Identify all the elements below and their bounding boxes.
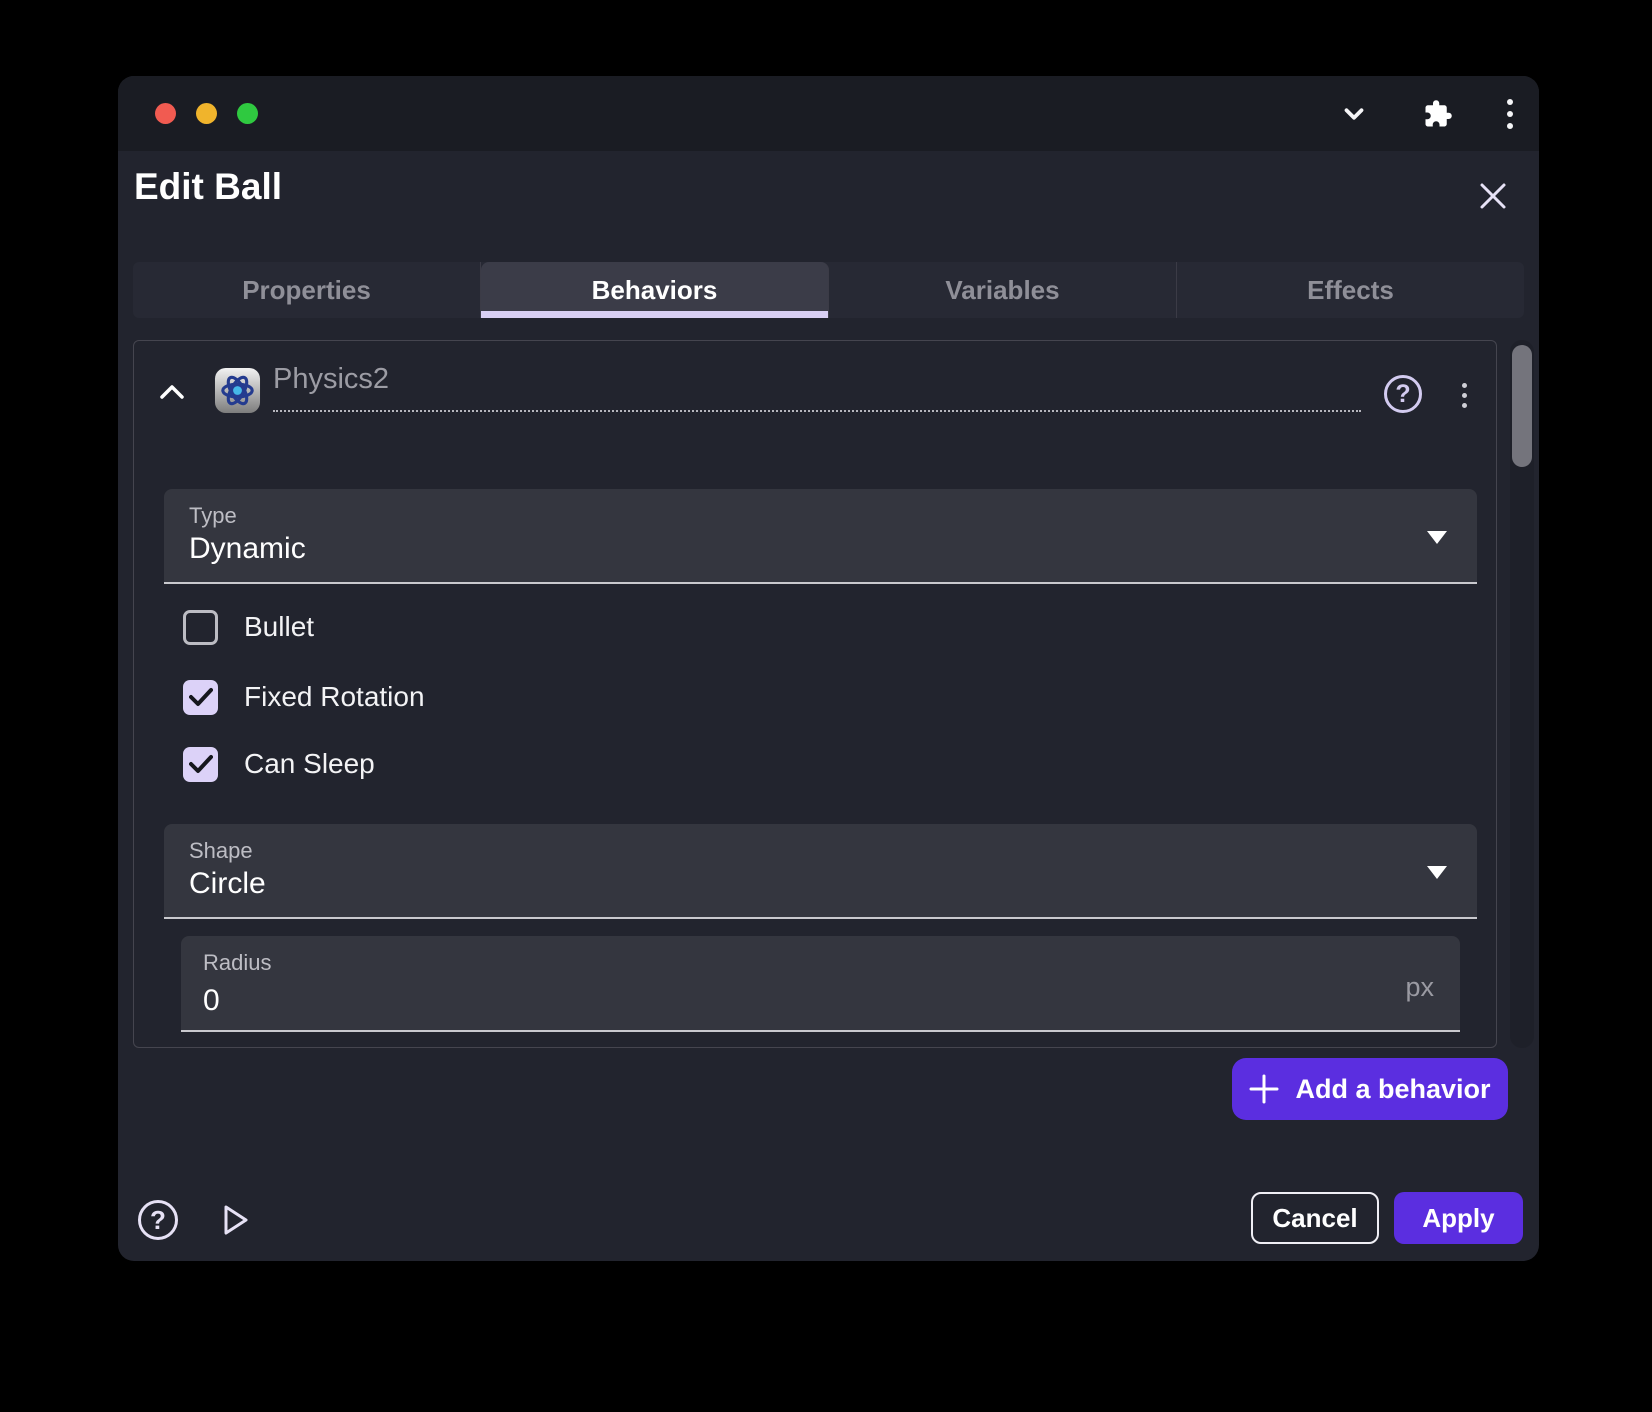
dropdown-caret-icon bbox=[1427, 866, 1447, 879]
behavior-help-icon[interactable]: ? bbox=[1384, 375, 1422, 413]
tab-variables[interactable]: Variables bbox=[829, 262, 1177, 318]
type-value: Dynamic bbox=[189, 532, 306, 566]
window-titlebar bbox=[118, 76, 1539, 151]
tab-label: Behaviors bbox=[592, 275, 718, 306]
kebab-menu-icon[interactable] bbox=[1507, 99, 1513, 129]
behavior-name: Physics2 bbox=[273, 363, 389, 395]
type-label: Type bbox=[189, 503, 237, 529]
shape-label: Shape bbox=[189, 838, 253, 864]
plus-icon bbox=[1249, 1074, 1279, 1104]
checkbox-label: Bullet bbox=[244, 611, 314, 643]
tab-properties[interactable]: Properties bbox=[133, 262, 481, 318]
tab-label: Effects bbox=[1307, 275, 1394, 306]
physics-atom-icon bbox=[214, 367, 261, 414]
tab-behaviors[interactable]: Behaviors bbox=[481, 262, 829, 318]
checkbox-row-fixed-rotation[interactable]: Fixed Rotation bbox=[183, 679, 425, 715]
tab-label: Variables bbox=[945, 275, 1059, 306]
scrollbar-track[interactable] bbox=[1510, 340, 1534, 1048]
traffic-close-button[interactable] bbox=[155, 103, 176, 124]
checkbox-row-bullet[interactable]: Bullet bbox=[183, 609, 314, 645]
edit-object-dialog: Edit Ball Properties Behaviors Variables… bbox=[118, 76, 1539, 1261]
help-icon[interactable]: ? bbox=[138, 1200, 178, 1240]
traffic-minimize-button[interactable] bbox=[196, 103, 217, 124]
screen-background: Edit Ball Properties Behaviors Variables… bbox=[0, 0, 1652, 1412]
apply-button[interactable]: Apply bbox=[1394, 1192, 1523, 1244]
add-behavior-label: Add a behavior bbox=[1295, 1074, 1490, 1105]
puzzle-extension-icon[interactable] bbox=[1423, 99, 1453, 129]
dropdown-caret-icon bbox=[1427, 531, 1447, 544]
behavior-kebab-menu-icon[interactable] bbox=[1456, 377, 1472, 413]
chevron-down-icon[interactable] bbox=[1339, 99, 1369, 129]
shape-value: Circle bbox=[189, 867, 266, 901]
collapse-chevron-icon[interactable] bbox=[153, 373, 191, 411]
page-title: Edit Ball bbox=[134, 166, 282, 208]
bullet-checkbox[interactable] bbox=[183, 610, 218, 645]
traffic-maximize-button[interactable] bbox=[237, 103, 258, 124]
can-sleep-checkbox[interactable] bbox=[183, 747, 218, 782]
tab-effects[interactable]: Effects bbox=[1177, 262, 1524, 318]
behavior-name-field[interactable]: Physics2 bbox=[273, 363, 1361, 412]
radius-field[interactable]: Radius px bbox=[181, 936, 1460, 1032]
checkbox-label: Fixed Rotation bbox=[244, 681, 425, 713]
tab-label: Properties bbox=[242, 275, 371, 306]
titlebar-actions bbox=[1339, 99, 1539, 129]
checkbox-row-can-sleep[interactable]: Can Sleep bbox=[183, 746, 375, 782]
traffic-lights bbox=[118, 103, 258, 124]
radius-input[interactable] bbox=[203, 984, 1103, 1018]
play-icon[interactable] bbox=[216, 1201, 254, 1239]
tab-bar: Properties Behaviors Variables Effects bbox=[133, 262, 1524, 318]
radius-label: Radius bbox=[203, 950, 271, 976]
shape-select[interactable]: Shape Circle bbox=[164, 824, 1477, 919]
type-select[interactable]: Type Dynamic bbox=[164, 489, 1477, 584]
fixed-rotation-checkbox[interactable] bbox=[183, 680, 218, 715]
close-icon[interactable] bbox=[1470, 173, 1516, 219]
radius-unit: px bbox=[1405, 972, 1434, 1003]
add-behavior-button[interactable]: Add a behavior bbox=[1232, 1058, 1508, 1120]
behavior-card: Physics2 ? Type Dynamic Bullet bbox=[133, 340, 1497, 1048]
cancel-button[interactable]: Cancel bbox=[1251, 1192, 1379, 1244]
scrollbar-thumb[interactable] bbox=[1512, 345, 1532, 467]
checkbox-label: Can Sleep bbox=[244, 748, 375, 780]
